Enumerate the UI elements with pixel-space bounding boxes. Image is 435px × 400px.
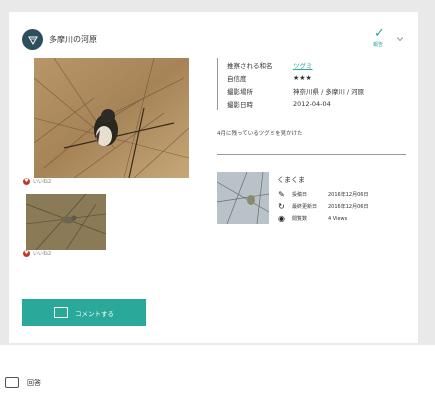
eye-icon: ◉ <box>278 214 285 223</box>
chevron-down-icon[interactable] <box>395 34 405 44</box>
updated-date: ↻ 最終更新日 2016年12月06日 <box>277 202 368 211</box>
main-bird-photo[interactable] <box>34 58 189 178</box>
info-label: 推察される和名 <box>227 61 273 70</box>
date-value: 2012-04-04 <box>293 99 331 108</box>
info-row-date: 撮影日時 2012-04-04 <box>227 97 364 110</box>
divider <box>217 154 406 155</box>
refresh-icon: ↻ <box>278 202 285 211</box>
meta-label: 投稿日 <box>292 192 308 198</box>
post-title: 多摩川の河原 <box>49 35 97 44</box>
thumbnail-bird-photo[interactable] <box>26 194 106 250</box>
comment-button-label: コメントする <box>75 309 114 318</box>
meta-label: 閲覧数 <box>292 216 308 222</box>
confidence-stars: ★★★ <box>293 73 312 82</box>
user-name[interactable]: くまくま <box>277 175 305 185</box>
species-link[interactable]: ツグミ <box>293 60 313 70</box>
info-row-confidence: 自信度 ★★★ <box>227 71 364 84</box>
report-label[interactable]: 報告 <box>373 41 383 48</box>
answer-label: 回答 <box>27 378 41 387</box>
species-info: 推察される和名 ツグミ 自信度 ★★★ 撮影場所 神奈川県 / 多摩川 / 河原… <box>217 58 364 110</box>
comment-button[interactable]: コメントする <box>22 299 146 326</box>
meta-value: 2016年12月06日 <box>328 192 369 198</box>
meta-value: 2016年12月06日 <box>328 204 369 210</box>
meta-value: 4 Views <box>328 215 348 222</box>
user-avatar[interactable] <box>217 172 269 224</box>
post-card: 多摩川の河原 ✓ 報告 ♥ いいね2 ♥ いいね2 推察される和名 ツグミ 自信… <box>9 12 418 343</box>
info-label: 撮影場所 <box>227 87 253 96</box>
like-count: いいね2 <box>33 251 52 257</box>
thumb-like-button[interactable]: ♥ いいね2 <box>23 250 51 257</box>
info-label: 撮影日時 <box>227 100 253 109</box>
meta-label: 最終更新日 <box>292 204 318 210</box>
info-row-species: 推察される和名 ツグミ <box>227 58 364 71</box>
speech-bubble-icon <box>5 377 19 388</box>
main-like-button[interactable]: ♥ いいね2 <box>23 178 51 185</box>
check-icon[interactable]: ✓ <box>374 27 385 40</box>
pencil-icon: ✎ <box>278 190 285 199</box>
info-row-location: 撮影場所 神奈川県 / 多摩川 / 河原 <box>227 84 364 97</box>
heart-icon: ♥ <box>23 250 30 257</box>
location-logo-icon <box>22 29 43 50</box>
like-count: いいね2 <box>33 179 52 185</box>
location-value: 神奈川県 / 多摩川 / 河原 <box>293 87 365 96</box>
view-count: ◉ 閲覧数 4 Views <box>277 214 347 223</box>
posted-date: ✎ 投稿日 2016年12月06日 <box>277 190 368 199</box>
heart-icon: ♥ <box>23 178 30 185</box>
speech-bubble-icon <box>54 307 68 318</box>
info-label: 自信度 <box>227 74 247 83</box>
answer-section[interactable]: 回答 <box>5 377 41 388</box>
post-comment: 4月に残っているツグミを見かけた <box>217 131 303 137</box>
